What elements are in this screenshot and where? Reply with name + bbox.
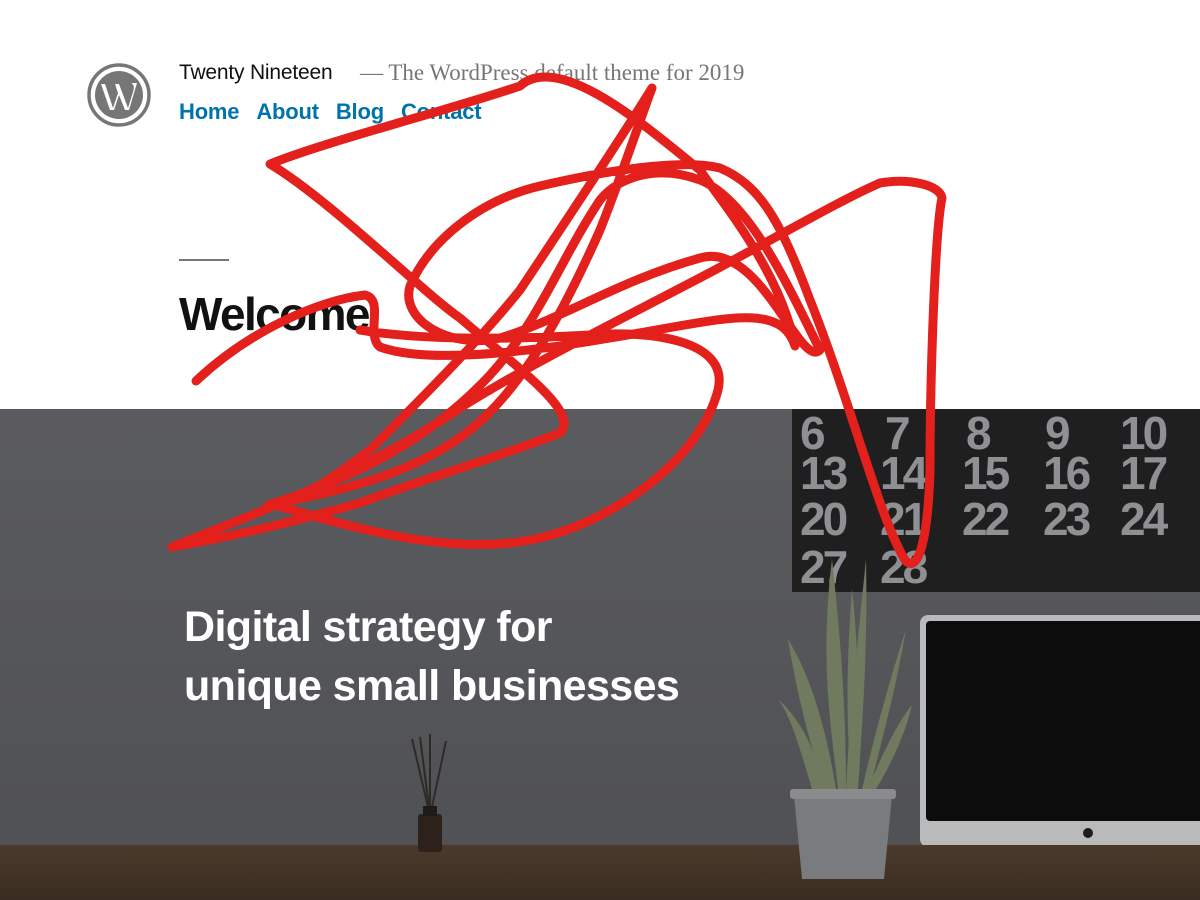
hero-heading-line-1: Digital strategy for xyxy=(184,603,553,651)
page: Twenty Nineteen — The WordPress default … xyxy=(0,0,1200,900)
site-tagline: — The WordPress default theme for 2019 xyxy=(360,60,745,85)
calendar-day: 23 xyxy=(1043,493,1090,545)
site-title[interactable]: Twenty Nineteen xyxy=(179,61,333,85)
title-divider xyxy=(179,259,229,261)
calendar-day: 20 xyxy=(800,493,847,545)
calendar-day: 27 xyxy=(800,541,847,593)
calendar-day: 17 xyxy=(1120,447,1167,499)
main-navigation: Home About Blog Contact xyxy=(179,99,482,125)
desk-surface xyxy=(0,845,1200,900)
nav-about-link[interactable]: About xyxy=(256,99,319,125)
calendar-day: 21 xyxy=(880,493,928,545)
calendar-poster: 6 7 8 9 10 13 14 15 16 17 20 21 22 23 24… xyxy=(792,409,1200,593)
calendar-day: 24 xyxy=(1120,493,1169,545)
site-logo[interactable] xyxy=(86,62,152,128)
nav-blog-link[interactable]: Blog xyxy=(336,99,384,125)
calendar-day: 28 xyxy=(880,541,928,593)
calendar-day: 22 xyxy=(962,493,1009,545)
nav-home-link[interactable]: Home xyxy=(179,99,240,125)
wordpress-logo-icon xyxy=(87,63,151,127)
hero-heading: Digital strategy for unique small busine… xyxy=(184,598,824,716)
calendar-day: 15 xyxy=(962,447,1010,499)
monitor-image xyxy=(920,615,1200,885)
calendar-day: 13 xyxy=(800,447,847,499)
nav-contact-link[interactable]: Contact xyxy=(401,99,482,125)
calendar-day: 16 xyxy=(1043,447,1090,499)
calendar-day: 14 xyxy=(880,447,929,499)
hero-heading-line-2: unique small businesses xyxy=(184,662,680,710)
page-title: Welcome xyxy=(179,288,371,340)
